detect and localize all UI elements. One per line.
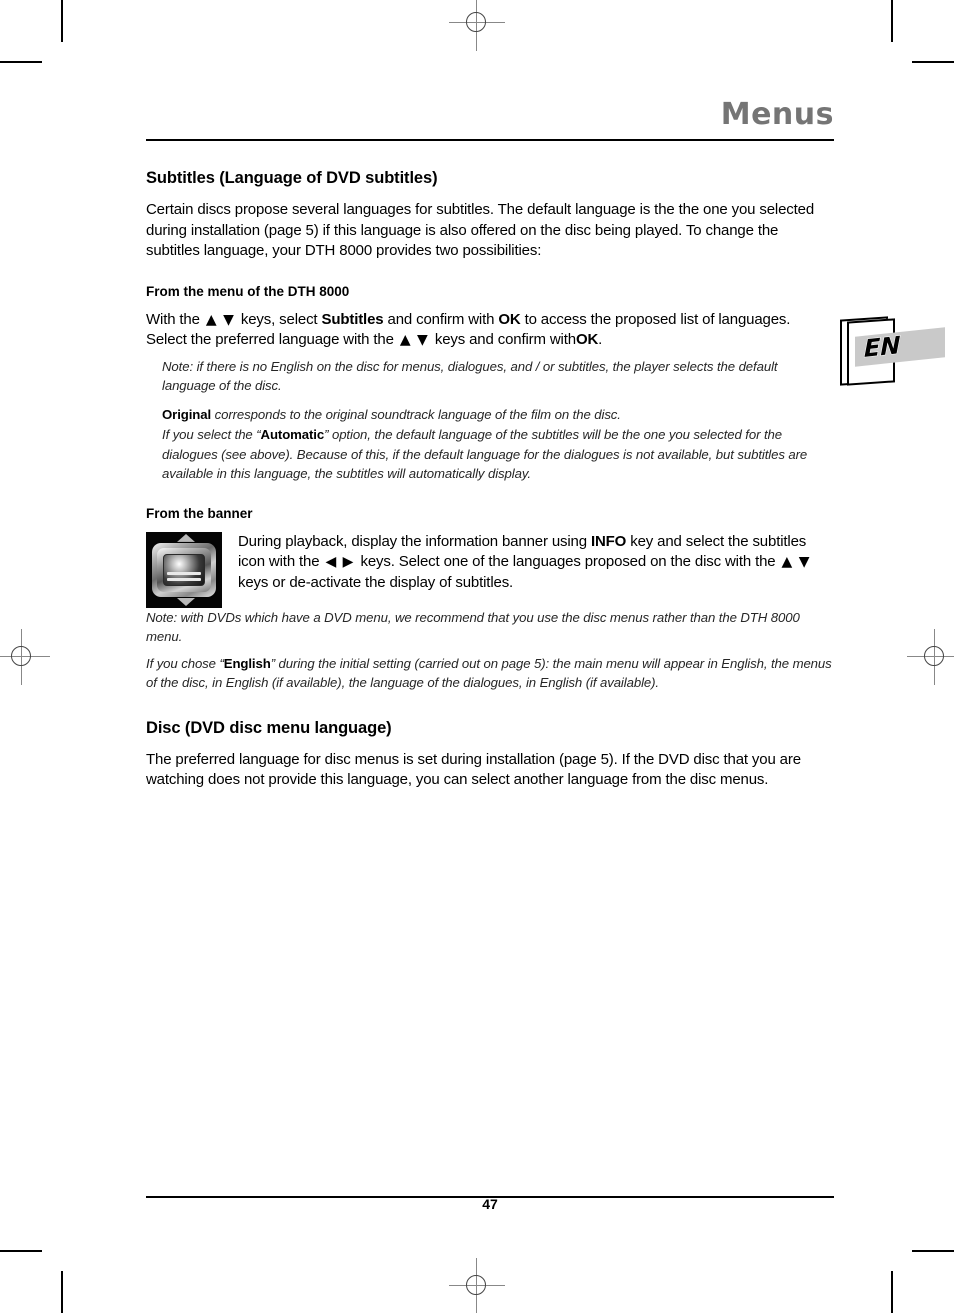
from-menu-text-e: keys and confirm with [434,331,576,348]
registration-mark-right [907,629,954,685]
crop-mark-bottom-left-horizontal [0,1250,42,1252]
registration-mark-bottom [449,1258,505,1313]
icon-subtitle-line-1 [167,571,201,575]
banner-instructions: During playback, display the information… [238,532,834,594]
page-title: Menus [720,97,834,132]
subtitles-intro-paragraph: Certain discs propose several languages … [146,201,815,259]
banner-block: During playback, display the information… [146,531,834,608]
title-divider [146,139,834,141]
subtitles-banner-icon [146,531,222,608]
up-down-arrow-icon-2: ▲ ▼ [399,332,429,348]
crop-mark-bottom-right-vertical [891,1271,893,1313]
banner-note-1: Note: with DVDs which have a DVD menu, w… [146,609,800,645]
from-menu-text-c: and confirm with [387,310,495,328]
registration-mark-top [449,0,505,51]
crop-mark-top-left-horizontal [0,61,42,63]
up-down-arrow-icon-1: ▲ ▼ [205,311,235,328]
from-menu-text-f: . [598,331,603,348]
page-number: 47 [482,1196,498,1212]
icon-screen [163,553,205,586]
note-3-pre: If you select the “ [162,427,261,442]
from-menu-text-b: keys, select [240,310,318,328]
from-menu-bold-ok-2: OK [575,331,599,348]
document-page: EN Menus Subtitles (Language of DVD subt… [0,0,954,1313]
left-right-arrow-icon: ◀ ▶ [325,554,355,570]
up-down-arrow-icon-3: ▲ ▼ [781,554,811,570]
banner-text-d: keys or de-activate the display of subti… [238,573,514,591]
from-menu-instructions: With the ▲ ▼ keys, select Subtitles and … [146,310,834,351]
banner-text-a: During playback, display the information… [238,532,587,550]
arrow-up-icon [177,533,195,542]
registration-mark-left [0,629,50,685]
subheading-from-the-menu: From the menu of the DTH 8000 [146,283,350,299]
crop-mark-top-right-horizontal [912,61,954,63]
from-menu-text-a: With the [146,310,200,328]
note-bold-automatic: Automatic [260,427,325,442]
arrow-down-icon [177,597,195,606]
crop-mark-top-left-vertical [61,0,63,42]
from-menu-bold-subtitles: Subtitles [321,310,384,328]
note-bold-original: Original [162,406,212,422]
from-menu-note-2: Original corresponds to the original sou… [146,405,834,425]
crop-mark-bottom-left-vertical [61,1271,63,1313]
banner-text-c: keys. Select one of the languages propos… [360,553,776,570]
from-menu-note-1: Note: if there is no English on the disc… [162,358,778,394]
banner-bold-info: INFO [590,532,627,550]
banner-note-2-pre: If you chose “ [146,655,224,671]
language-tab-label: EN [864,331,901,364]
disc-body-paragraph: The preferred language for disc menus is… [146,750,801,789]
note-2-text: corresponds to the original soundtrack l… [214,406,621,422]
crop-mark-bottom-right-horizontal [912,1250,954,1252]
from-menu-note-3: If you select the “Automatic” option, th… [146,425,834,484]
language-tab-en: EN [838,316,948,386]
banner-note-2: If you chose “English” during the initia… [146,654,834,693]
subheading-from-the-banner: From the banner [146,505,253,521]
section-heading-disc: Disc (DVD disc menu language) [146,718,392,737]
from-menu-bold-ok-1: OK [498,310,521,328]
crop-mark-top-right-vertical [891,0,893,42]
icon-subtitle-line-2 [167,577,201,581]
page-content: Menus Subtitles (Language of DVD subtitl… [146,100,834,797]
note-bold-english: English [223,655,271,671]
section-heading-subtitles: Subtitles (Language of DVD subtitles) [146,169,438,187]
